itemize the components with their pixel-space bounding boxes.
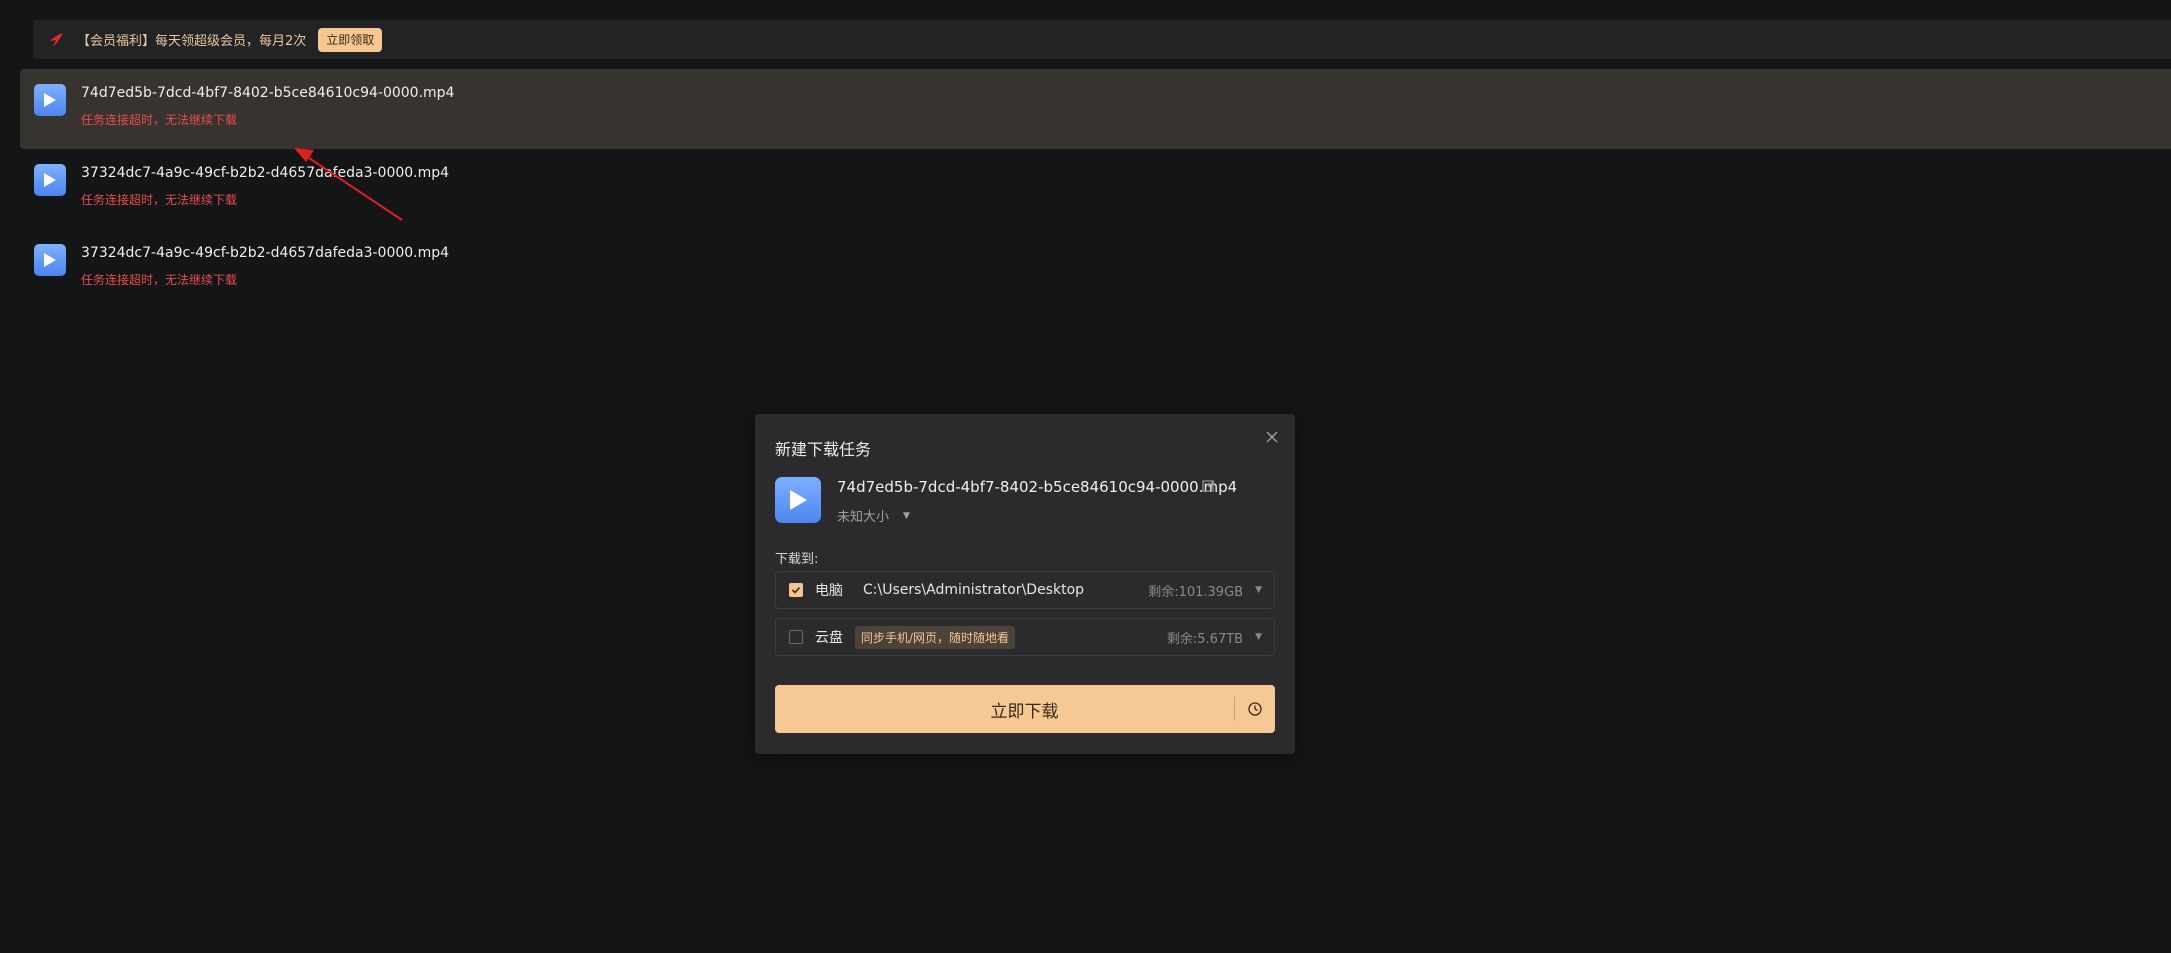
task-row[interactable]: 74d7ed5b-7dcd-4bf7-8402-b5ce84610c94-000… [20, 69, 2171, 149]
edit-icon[interactable] [1201, 478, 1217, 494]
video-file-icon [34, 164, 66, 196]
pc-destination[interactable]: 电脑 C:\Users\Administrator\Desktop 剩余:101… [775, 571, 1275, 609]
promo-bolt-icon [47, 30, 67, 50]
cloud-tip: 同步手机/网页，随时随地看 [855, 625, 1016, 649]
file-size: 未知大小 ▼ [837, 506, 910, 525]
close-icon [1266, 431, 1278, 443]
chevron-down-icon[interactable]: ▼ [1255, 585, 1262, 595]
download-now-button[interactable]: 立即下载 [775, 685, 1275, 733]
task-file-name: 37324dc7-4a9c-49cf-b2b2-d4657dafeda3-000… [81, 245, 450, 261]
task-status: 任务连接超时，无法继续下载 [81, 193, 238, 207]
pc-checkbox[interactable] [789, 583, 803, 597]
claim-button[interactable]: 立即领取 [318, 27, 383, 52]
cloud-destination[interactable]: 云盘 同步手机/网页，随时随地看 剩余:5.67TB ▼ [775, 618, 1275, 656]
clock-icon [1248, 702, 1262, 716]
pc-free-space: 剩余:101.39GB [1148, 584, 1244, 600]
promo-text: 【会员福利】每天领超级会员，每月2次 [77, 34, 307, 49]
task-file-name: 37324dc7-4a9c-49cf-b2b2-d4657dafeda3-000… [81, 165, 450, 181]
cloud-label: 云盘 [815, 630, 843, 646]
dialog-file-name: 74d7ed5b-7dcd-4bf7-8402-b5ce84610c94-000… [837, 478, 1238, 496]
check-icon [791, 586, 801, 594]
file-size-text: 未知大小 [837, 510, 890, 525]
pc-label: 电脑 [815, 583, 843, 599]
video-file-icon [34, 84, 66, 116]
task-row[interactable]: 37324dc7-4a9c-49cf-b2b2-d4657dafeda3-000… [20, 229, 2171, 309]
video-file-icon [775, 477, 821, 523]
pc-path[interactable]: C:\Users\Administrator\Desktop [863, 582, 1084, 598]
chevron-down-icon[interactable]: ▼ [1255, 632, 1262, 642]
task-status: 任务连接超时，无法继续下载 [81, 113, 238, 127]
task-status: 任务连接超时，无法继续下载 [81, 273, 238, 287]
task-row[interactable]: 37324dc7-4a9c-49cf-b2b2-d4657dafeda3-000… [20, 149, 2171, 229]
cloud-free-space: 剩余:5.67TB [1166, 631, 1244, 647]
close-button[interactable] [1261, 426, 1283, 448]
chevron-down-icon[interactable]: ▼ [903, 511, 910, 521]
new-download-dialog: 新建下载任务 74d7ed5b-7dcd-4bf7-8402-b5ce84610… [755, 414, 1295, 754]
dialog-title: 新建下载任务 [775, 440, 872, 459]
member-promo-banner: 【会员福利】每天领超级会员，每月2次 立即领取 [33, 20, 2171, 59]
save-to-label: 下载到: [775, 552, 819, 567]
schedule-download-button[interactable] [1235, 685, 1275, 733]
download-now-label: 立即下载 [990, 701, 1059, 722]
download-task-list: 74d7ed5b-7dcd-4bf7-8402-b5ce84610c94-000… [20, 69, 2171, 309]
video-file-icon [34, 244, 66, 276]
cloud-checkbox[interactable] [789, 630, 803, 644]
task-file-name: 74d7ed5b-7dcd-4bf7-8402-b5ce84610c94-000… [81, 85, 455, 101]
